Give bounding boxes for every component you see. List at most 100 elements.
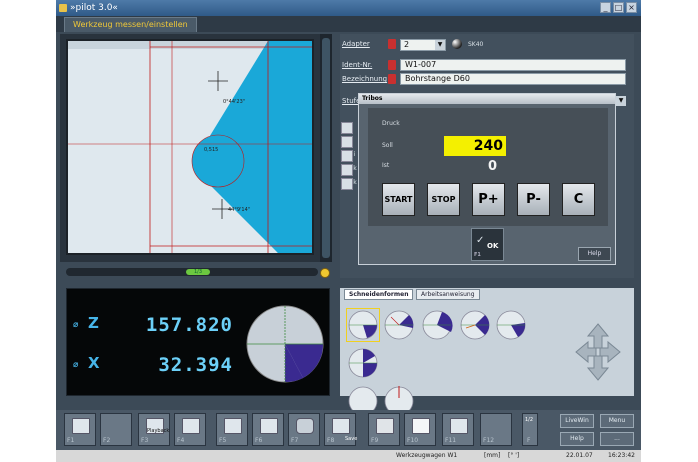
- cutting-shapes-panel: Schneidenformen Arbeitsanweisung: [340, 288, 634, 416]
- fkey-page-toggle-button[interactable]: 1/2 F: [522, 413, 538, 446]
- jog-direction-icon[interactable]: [574, 322, 622, 382]
- status-lamp-icon: [320, 268, 330, 278]
- x-axis-icon: ⌀: [73, 360, 79, 370]
- tab-schneidenformen[interactable]: Schneidenformen: [344, 289, 414, 300]
- shape-option-icon[interactable]: [458, 308, 492, 342]
- vscroll-thumb[interactable]: [322, 38, 330, 258]
- fkey-f10-button[interactable]: F10: [404, 413, 436, 446]
- angle-label-1: 0°44'23": [223, 99, 245, 105]
- more-button[interactable]: ...: [600, 432, 634, 446]
- status-machine: Werkzeugwagen W1: [396, 452, 458, 459]
- fkey-f4-button[interactable]: F4: [174, 413, 206, 446]
- sk-label: SK40: [468, 41, 484, 48]
- tab-arbeitsanweisung[interactable]: Arbeitsanweisung: [416, 289, 480, 300]
- ident-row: Ident-Nr. W1-007: [340, 58, 634, 72]
- camera-icon: [182, 418, 200, 434]
- fkey-f12-button[interactable]: F12: [480, 413, 512, 446]
- adapter-select[interactable]: 2 ▼: [400, 39, 446, 51]
- library-icon: [376, 418, 394, 434]
- maximize-icon[interactable]: □: [613, 2, 624, 13]
- close-icon[interactable]: ×: [626, 2, 637, 13]
- tool-image-viewer[interactable]: 0°44'23" 0,515 44°9'14": [66, 39, 314, 255]
- tool-contour-svg: 0°44'23" 0,515 44°9'14": [68, 41, 312, 253]
- livewin-button[interactable]: LiveWin: [560, 414, 594, 428]
- minimize-icon[interactable]: _: [600, 2, 611, 13]
- tool-holder-icon: [296, 418, 314, 434]
- status-unit-mm: [mm]: [484, 452, 501, 459]
- hscroll-thumb[interactable]: 1/3: [186, 269, 210, 275]
- bezeichnung-marker-icon: [388, 74, 396, 84]
- fkey-f11-button[interactable]: F11: [442, 413, 474, 446]
- soll-value[interactable]: 240: [444, 136, 506, 156]
- ok-key-label: F1: [474, 252, 481, 258]
- pressure-plus-button[interactable]: P+: [472, 183, 505, 216]
- bezeichnung-field[interactable]: Bohrstange D60: [400, 73, 626, 85]
- help-button[interactable]: Help: [560, 432, 594, 446]
- dialog-help-button[interactable]: Help: [578, 247, 611, 261]
- status-time: 16:23:42: [608, 452, 635, 459]
- title-bar: »pilot 3.0« _ □ ×: [56, 0, 641, 16]
- fkey-f9-button[interactable]: F9: [368, 413, 400, 446]
- fkey-f8-button[interactable]: Save F8: [324, 413, 357, 446]
- tab-werkzeug-messen[interactable]: Werkzeug messen/einstellen: [64, 17, 197, 32]
- clear-button[interactable]: C: [562, 183, 595, 216]
- ident-field[interactable]: W1-007: [400, 59, 626, 71]
- window-title: »pilot 3.0«: [70, 3, 118, 13]
- value-stub[interactable]: [341, 136, 353, 148]
- ok-button[interactable]: ✓ OK F1: [471, 228, 504, 261]
- fkey-f5-button[interactable]: F5: [216, 413, 248, 446]
- label-printer-icon: [450, 418, 468, 434]
- fkey-f7-button[interactable]: F7: [288, 413, 320, 446]
- value-stub[interactable]: [341, 122, 353, 134]
- adapter-row: Adapter 2 ▼ SK40: [340, 37, 634, 51]
- menu-button[interactable]: Menu: [600, 414, 634, 428]
- adapter-value: 2: [404, 40, 410, 49]
- fkey-f3-button[interactable]: Playback F3: [138, 413, 170, 446]
- z-axis-icon: ⌀: [73, 320, 79, 330]
- caliper-icon: [224, 418, 242, 434]
- start-button[interactable]: START: [382, 183, 415, 216]
- crosshair-icon: [260, 418, 278, 434]
- x-axis-letter: X: [88, 354, 100, 372]
- position-readout: ⌀ Z 157.820 ⌀ X 32.394: [66, 288, 330, 396]
- x-axis-value: 32.394: [158, 354, 233, 376]
- dialog-body: Druck Soll 240 Ist 0 START STOP P+ P- C: [368, 108, 608, 226]
- checkmark-icon: ✓: [476, 235, 485, 246]
- ist-label: Ist: [382, 162, 390, 169]
- fkey-f6-button[interactable]: F6: [252, 413, 284, 446]
- shape-option-icon[interactable]: [346, 308, 380, 342]
- tab-strip: Werkzeug messen/einstellen: [56, 16, 641, 32]
- ok-label: OK: [487, 242, 499, 250]
- function-key-bar: F1 F2 Playback F3 F4 F5 F6 F7 Save F8 F9 F…: [56, 410, 641, 450]
- viewer-vertical-scrollbar[interactable]: [320, 34, 332, 262]
- document-edit-icon: [412, 418, 430, 434]
- measure-icon: [72, 418, 90, 434]
- shape-option-icon[interactable]: [346, 346, 380, 380]
- tribos-dialog: Tribos Druck Soll 240 Ist 0 START STOP P…: [358, 93, 616, 265]
- app-icon: [59, 4, 67, 12]
- tool-view-panel: 0°44'23" 0,515 44°9'14": [60, 34, 324, 262]
- fkey-f2-button[interactable]: F2: [100, 413, 132, 446]
- status-bar: Werkzeugwagen W1 [mm] [° '] 22.01.07 16:…: [56, 450, 641, 462]
- chevron-down-icon: ▼: [435, 40, 445, 50]
- value-stub[interactable]: [341, 164, 353, 176]
- pressure-minus-button[interactable]: P-: [517, 183, 550, 216]
- z-axis-value: 157.820: [145, 314, 233, 336]
- druck-label: Druck: [382, 120, 400, 127]
- stop-button[interactable]: STOP: [427, 183, 460, 216]
- stufe-chevron-icon[interactable]: ▼: [616, 96, 626, 106]
- value-stub[interactable]: [341, 150, 353, 162]
- fkey-f1-button[interactable]: F1: [64, 413, 96, 446]
- radius-label: 0,515: [204, 147, 218, 153]
- shape-option-icon[interactable]: [494, 308, 528, 342]
- viewer-horizontal-scrollbar[interactable]: 1/3: [66, 268, 318, 276]
- value-stub[interactable]: [341, 178, 353, 190]
- bezeichnung-row: Bezeichnung Bohrstange D60: [340, 72, 634, 86]
- shape-option-icon[interactable]: [420, 308, 454, 342]
- ist-value: 0: [488, 159, 498, 174]
- soll-label: Soll: [382, 142, 393, 149]
- dialog-title: Tribos: [359, 94, 615, 104]
- z-axis-letter: Z: [88, 314, 99, 332]
- shape-option-icon[interactable]: [382, 308, 416, 342]
- ident-marker-icon: [388, 60, 396, 70]
